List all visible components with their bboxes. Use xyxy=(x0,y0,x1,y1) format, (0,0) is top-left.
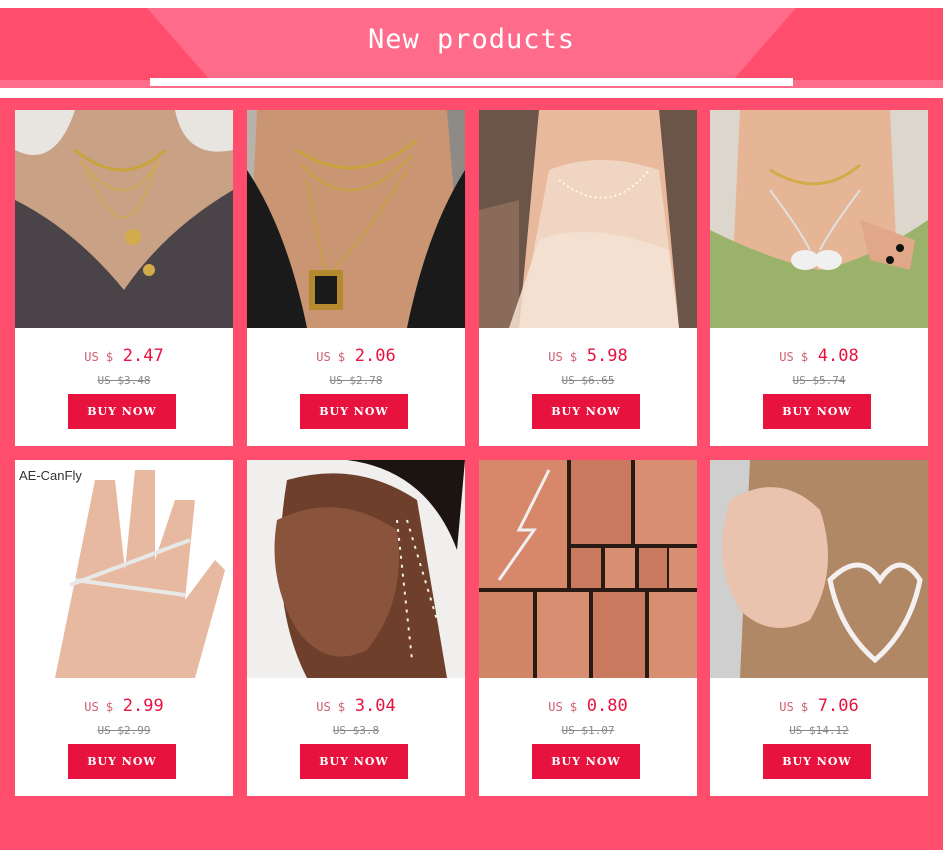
product-card[interactable]: US $ 4.08 US $5.74 BUY NOW xyxy=(710,110,928,446)
heart-earring-photo[interactable] xyxy=(710,460,928,678)
product-card[interactable]: US $ 7.06 US $14.12 BUY NOW xyxy=(710,460,928,796)
pendant-necklace-photo[interactable] xyxy=(247,110,465,328)
original-price: US $14.12 xyxy=(789,724,849,737)
original-price: US $5.74 xyxy=(792,374,846,387)
choker-necklace-photo[interactable] xyxy=(15,110,233,328)
butterfly-necklace-photo[interactable] xyxy=(710,110,928,328)
product-grid: US $ 2.47 US $3.48 BUY NOW US $ 2.06 US … xyxy=(0,98,943,850)
price: US $ 7.06 xyxy=(779,696,859,716)
buy-now-button[interactable]: BUY NOW xyxy=(300,394,408,429)
page-title: New products xyxy=(367,24,576,55)
price: US $ 0.80 xyxy=(548,696,628,716)
product-card[interactable]: US $ 3.04 US $3.8 BUY NOW xyxy=(247,460,465,796)
buy-now-button[interactable]: BUY NOW xyxy=(763,744,871,779)
original-price: US $6.65 xyxy=(561,374,615,387)
price: US $ 3.04 xyxy=(316,696,396,716)
product-card[interactable]: US $ 2.47 US $3.48 BUY NOW xyxy=(15,110,233,446)
product-card[interactable]: AE-CanFly US $ 2.99 US $2.99 BUY NOW xyxy=(15,460,233,796)
price: US $ 2.47 xyxy=(84,346,164,366)
banner-divider xyxy=(150,78,793,86)
brand-watermark: AE-CanFly xyxy=(17,468,84,483)
price: US $ 4.08 xyxy=(779,346,859,366)
buy-now-button[interactable]: BUY NOW xyxy=(300,744,408,779)
original-price: US $3.8 xyxy=(332,724,380,737)
pearl-chain-photo[interactable] xyxy=(479,110,697,328)
ear-climber-photo[interactable] xyxy=(479,460,697,678)
product-card[interactable]: US $ 2.06 US $2.78 BUY NOW xyxy=(247,110,465,446)
original-price: US $2.99 xyxy=(97,724,151,737)
original-price: US $1.07 xyxy=(561,724,615,737)
price: US $ 2.06 xyxy=(316,346,396,366)
original-price: US $3.48 xyxy=(97,374,151,387)
buy-now-button[interactable]: BUY NOW xyxy=(532,744,640,779)
product-card[interactable]: US $ 5.98 US $6.65 BUY NOW xyxy=(479,110,697,446)
buy-now-button[interactable]: BUY NOW xyxy=(68,744,176,779)
finger-ring-photo[interactable]: AE-CanFly xyxy=(15,460,233,678)
buy-now-button[interactable]: BUY NOW xyxy=(532,394,640,429)
original-price: US $2.78 xyxy=(329,374,383,387)
buy-now-button[interactable]: BUY NOW xyxy=(68,394,176,429)
header-banner: New products xyxy=(0,0,943,100)
price: US $ 5.98 xyxy=(548,346,628,366)
pearl-earring-photo[interactable] xyxy=(247,460,465,678)
price: US $ 2.99 xyxy=(84,696,164,716)
buy-now-button[interactable]: BUY NOW xyxy=(763,394,871,429)
product-card[interactable]: US $ 0.80 US $1.07 BUY NOW xyxy=(479,460,697,796)
